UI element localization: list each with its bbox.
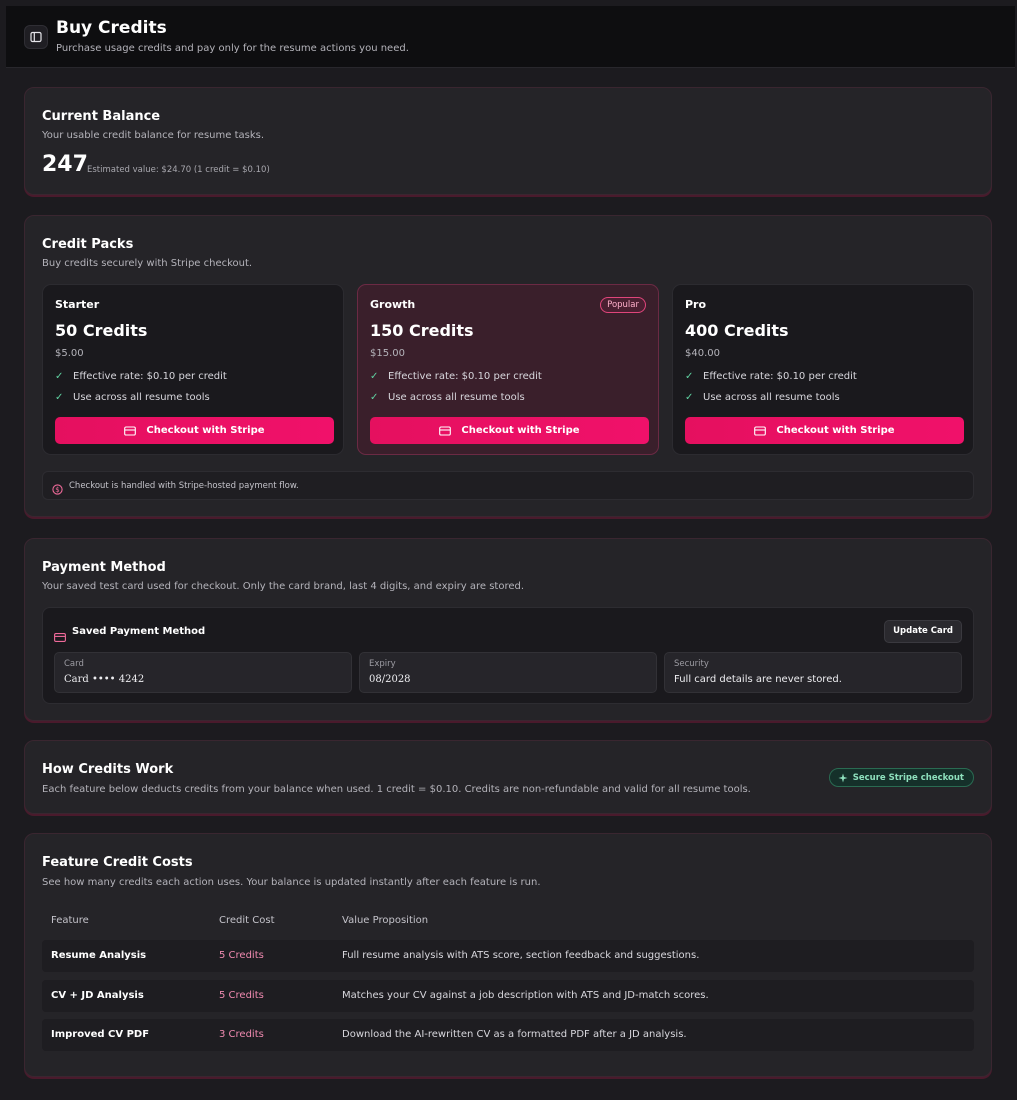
how-title: How Credits Work — [42, 762, 174, 777]
field-label: Security — [674, 659, 709, 669]
balance-card: Current Balance Your usable credit balan… — [24, 87, 992, 195]
pack-feature: ✓ Use across all resume tools — [370, 392, 525, 403]
field-label: Expiry — [369, 659, 396, 669]
credit-card-icon — [124, 425, 137, 436]
pack-starter: Starter 50 Credits $5.00 ✓ Effective rate… — [42, 284, 344, 455]
pack-growth: Growth Popular 150 Credits $15.00 ✓ Effec… — [357, 284, 659, 455]
checkout-button-pro[interactable]: Checkout with Stripe — [685, 417, 964, 444]
credit-card-icon — [54, 627, 66, 646]
checkout-note: $ Checkout is handled with Stripe-hosted… — [42, 471, 974, 500]
table-row: Resume Analysis 5 Credits Full resume an… — [42, 940, 974, 972]
pack-name: Pro — [685, 298, 707, 311]
feature-costs-card: Feature Credit Costs See how many credit… — [24, 833, 992, 1077]
page-title: Buy Credits — [56, 18, 167, 38]
credit-packs-card: Credit Packs Buy credits securely with S… — [24, 215, 992, 517]
costs-subtitle: See how many credits each action uses. Y… — [42, 877, 541, 888]
field-value: Full card details are never stored. — [674, 674, 842, 685]
feature-cell: CV + JD Analysis — [51, 990, 144, 1001]
check-icon: ✓ — [55, 371, 64, 382]
cost-cell: 5 Credits — [219, 950, 264, 961]
value-cell: Download the AI-rewritten CV as a format… — [342, 1029, 687, 1040]
credit-card-icon — [754, 425, 767, 436]
top-bar: Buy Credits Purchase usage credits and p… — [6, 6, 1015, 68]
expiry-field: Expiry 08/2028 — [359, 652, 657, 693]
balance-title: Current Balance — [42, 109, 161, 124]
checkout-button-growth[interactable]: Checkout with Stripe — [370, 417, 649, 444]
packs-title: Credit Packs — [42, 237, 134, 252]
payment-method-card: Payment Method Your saved test card used… — [24, 538, 992, 721]
how-credits-work-card: How Credits Work Each feature below dedu… — [24, 740, 992, 814]
pack-price: $5.00 — [55, 348, 84, 359]
check-icon: ✓ — [370, 371, 379, 382]
check-icon: ✓ — [370, 392, 379, 403]
pack-name: Starter — [55, 298, 100, 311]
checkout-note-text: Checkout is handled with Stripe-hosted p… — [69, 481, 299, 491]
balance-estimate: Estimated value: $24.70 (1 credit = $0.1… — [87, 165, 270, 175]
pack-feature: ✓ Effective rate: $0.10 per credit — [55, 371, 227, 382]
sidebar-toggle-icon — [30, 28, 42, 47]
saved-payment-title: Saved Payment Method — [72, 626, 206, 637]
saved-payment-box: Saved Payment Method Update Card Card Ca… — [42, 607, 974, 704]
pack-credits: 400 Credits — [685, 321, 789, 340]
how-subtitle: Each feature below deducts credits from … — [42, 784, 751, 795]
pack-price: $40.00 — [685, 348, 720, 359]
check-icon: ✓ — [55, 392, 64, 403]
secure-checkout-badge: Secure Stripe checkout — [828, 768, 974, 787]
field-value: Card •••• 4242 — [64, 674, 145, 685]
pack-feature: ✓ Use across all resume tools — [55, 392, 210, 403]
field-value: 08/2028 — [369, 674, 411, 685]
payment-title: Payment Method — [42, 560, 166, 575]
value-cell: Matches your CV against a job descriptio… — [342, 990, 709, 1001]
check-icon: ✓ — [685, 371, 694, 382]
packs-subtitle: Buy credits securely with Stripe checkou… — [42, 258, 253, 269]
cost-cell: 3 Credits — [219, 1029, 264, 1040]
sidebar-toggle-button[interactable] — [24, 25, 48, 49]
pack-credits: 50 Credits — [55, 321, 148, 340]
dollar-circle-icon: $ — [52, 480, 63, 499]
balance-subtitle: Your usable credit balance for resume ta… — [42, 130, 265, 141]
cost-cell: 5 Credits — [219, 990, 264, 1001]
pack-pro: Pro 400 Credits $40.00 ✓ Effective rate: … — [672, 284, 974, 455]
pack-feature: ✓ Use across all resume tools — [685, 392, 840, 403]
balance-amount: 247 — [42, 152, 88, 177]
table-row: CV + JD Analysis 5 Credits Matches your … — [42, 980, 974, 1012]
column-header-feature: Feature — [51, 915, 89, 926]
pack-name: Growth — [370, 298, 416, 311]
pack-price: $15.00 — [370, 348, 405, 359]
pack-feature: ✓ Effective rate: $0.10 per credit — [685, 371, 857, 382]
credit-card-icon — [439, 425, 452, 436]
card-field: Card Card •••• 4242 — [54, 652, 352, 693]
pack-feature: ✓ Effective rate: $0.10 per credit — [370, 371, 542, 382]
feature-cell: Resume Analysis — [51, 950, 147, 961]
svg-text:$: $ — [55, 486, 59, 494]
table-row: Improved CV PDF 3 Credits Download the A… — [42, 1019, 974, 1051]
popular-badge: Popular — [600, 297, 646, 313]
payment-subtitle: Your saved test card used for checkout. … — [42, 581, 525, 592]
column-header-credit-cost: Credit Cost — [219, 915, 275, 926]
checkout-button-starter[interactable]: Checkout with Stripe — [55, 417, 334, 444]
page-subtitle: Purchase usage credits and pay only for … — [56, 43, 409, 54]
feature-cell: Improved CV PDF — [51, 1029, 150, 1040]
security-field: Security Full card details are never sto… — [664, 652, 962, 693]
app-frame: Buy Credits Purchase usage credits and p… — [6, 6, 1015, 1098]
sparkle-icon — [838, 773, 848, 783]
pack-credits: 150 Credits — [370, 321, 474, 340]
column-header-value: Value Proposition — [342, 915, 429, 926]
costs-title: Feature Credit Costs — [42, 855, 193, 870]
update-card-button[interactable]: Update Card — [884, 620, 962, 643]
field-label: Card — [64, 659, 84, 669]
check-icon: ✓ — [685, 392, 694, 403]
value-cell: Full resume analysis with ATS score, sec… — [342, 950, 700, 961]
